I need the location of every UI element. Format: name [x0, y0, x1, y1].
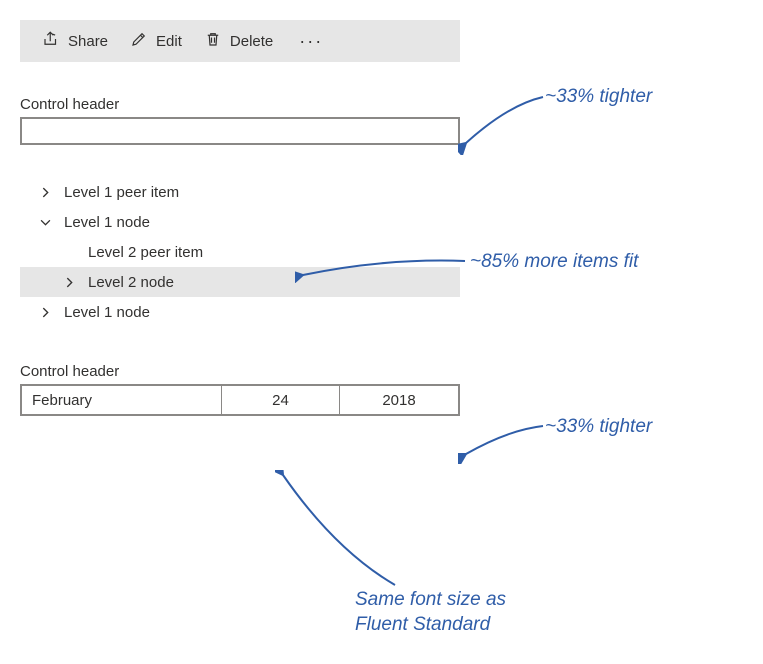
tree-item-label: Level 2 node [88, 274, 174, 291]
delete-label: Delete [230, 33, 273, 50]
date-year-value: 2018 [382, 392, 415, 409]
edit-button[interactable]: Edit [130, 30, 182, 52]
annotation-text: ~85% more items fit [470, 250, 638, 275]
delete-button[interactable]: Delete [204, 30, 273, 52]
tree-view: Level 1 peer item Level 1 node Level 2 p… [20, 177, 460, 327]
date-picker: February 24 2018 [20, 384, 460, 416]
command-toolbar: Share Edit Delete ··· [20, 20, 460, 62]
textbox-section: Control header [20, 96, 460, 145]
annotation-text: Same font size as Fluent Standard [355, 588, 575, 637]
tree-item[interactable]: Level 1 node [20, 297, 460, 327]
tree-item-label: Level 1 node [64, 214, 150, 231]
share-label: Share [68, 33, 108, 50]
arrow-icon [458, 424, 548, 464]
date-day-value: 24 [272, 392, 289, 409]
date-day-field[interactable]: 24 [222, 386, 340, 414]
date-month-value: February [32, 392, 92, 409]
chevron-down-icon [38, 217, 52, 228]
annotation-text: ~33% tighter [545, 415, 652, 440]
annotation-line: Same font size as [355, 589, 506, 610]
text-input[interactable] [20, 117, 460, 145]
annotation-text: ~33% tighter [545, 85, 652, 110]
edit-icon [130, 30, 148, 52]
delete-icon [204, 30, 222, 52]
tree-item[interactable]: Level 2 node [20, 267, 460, 297]
tree-item-label: Level 2 peer item [88, 244, 203, 261]
arrow-icon [458, 95, 548, 155]
share-icon [42, 30, 60, 52]
tree-item[interactable]: Level 1 peer item [20, 177, 460, 207]
annotation-line: Fluent Standard [355, 614, 490, 635]
chevron-right-icon [38, 307, 52, 318]
edit-label: Edit [156, 33, 182, 50]
share-button[interactable]: Share [42, 30, 108, 52]
chevron-right-icon [62, 277, 76, 288]
control-header: Control header [20, 96, 460, 113]
overflow-button[interactable]: ··· [295, 31, 327, 52]
datepicker-section: Control header February 24 2018 [20, 363, 460, 416]
date-month-field[interactable]: February [22, 386, 222, 414]
overflow-icon: ··· [299, 31, 323, 51]
tree-item[interactable]: Level 1 node [20, 207, 460, 237]
tree-item[interactable]: Level 2 peer item [20, 237, 460, 267]
tree-item-label: Level 1 node [64, 304, 150, 321]
control-header: Control header [20, 363, 460, 380]
tree-item-label: Level 1 peer item [64, 184, 179, 201]
chevron-right-icon [38, 187, 52, 198]
date-year-field[interactable]: 2018 [340, 386, 458, 414]
arrow-icon [275, 470, 405, 590]
